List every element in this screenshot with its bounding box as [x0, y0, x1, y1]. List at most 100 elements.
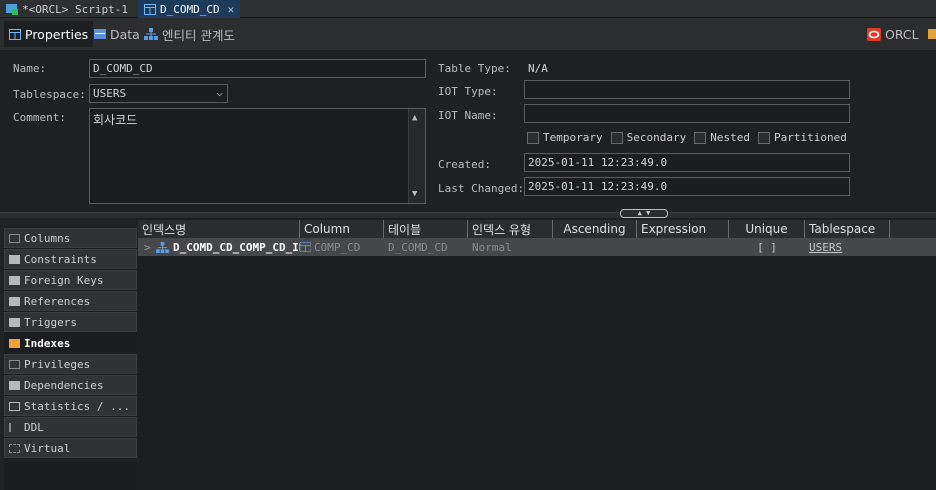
- temporary-label: Temporary: [543, 131, 603, 144]
- secondary-label: Secondary: [626, 131, 687, 144]
- last-changed-label: Last Changed:: [438, 182, 525, 195]
- created-label: Created:: [438, 158, 491, 171]
- partitioned-checkbox[interactable]: [757, 131, 770, 144]
- column-header-tablespace[interactable]: Tablespace: [805, 220, 890, 238]
- column-header-index-type[interactable]: 인덱스 유형: [468, 220, 553, 238]
- editor-tab-label: *<ORCL> Script-1: [22, 2, 128, 16]
- name-field[interactable]: D_COMD_CD: [89, 59, 426, 78]
- comment-value: 회사코드: [93, 113, 138, 127]
- tab-properties-label: Properties: [25, 26, 89, 42]
- iot-type-label: IOT Type:: [438, 85, 498, 98]
- editor-tab-bar: *<ORCL> Script-1 D_COMD_CD ✕: [0, 0, 936, 18]
- tab-erd[interactable]: 엔티티 관계도: [139, 21, 240, 47]
- sidebar-item-label: Foreign Keys: [24, 273, 104, 287]
- sidebar-item-privileges[interactable]: Privileges: [4, 354, 137, 374]
- sidebar-item-label: Indexes: [24, 336, 71, 350]
- tab-data[interactable]: Data: [89, 21, 145, 47]
- column-header-ascending[interactable]: Ascending: [553, 220, 637, 238]
- comment-scrollbar[interactable]: ▲ ▼: [408, 109, 425, 203]
- last-changed-field[interactable]: 2025-01-11 12:23:49.0: [524, 177, 850, 196]
- sidebar-item-label: Triggers: [24, 315, 77, 329]
- partitioned-label: Partitioned: [773, 131, 847, 144]
- chevron-down-icon: ⌵: [216, 86, 223, 99]
- sidebar-item-columns[interactable]: Columns: [4, 228, 137, 248]
- sidebar-item-virtual[interactable]: Virtual: [4, 438, 137, 458]
- sidebar-item-constraints[interactable]: Constraints: [4, 249, 137, 269]
- sidebar-item-label: References: [24, 294, 91, 308]
- index-grid: 인덱스명 Column 테이블 인덱스 유형 Ascending Express…: [138, 218, 936, 490]
- iot-type-field[interactable]: [524, 80, 850, 99]
- sidebar-item-references[interactable]: References: [4, 291, 137, 311]
- column-header-column[interactable]: Column: [300, 220, 384, 238]
- schema-icon[interactable]: [928, 29, 936, 39]
- column-header-index-name[interactable]: 인덱스명: [138, 220, 300, 238]
- sidebar-item-label: Dependencies: [24, 378, 104, 392]
- cell-tablespace-link[interactable]: USERS: [809, 238, 889, 256]
- editor-tab-table[interactable]: D_COMD_CD ✕: [138, 0, 241, 18]
- editor-tab-label: D_COMD_CD: [160, 2, 220, 16]
- temporary-checkbox[interactable]: [527, 131, 539, 144]
- iot-name-field[interactable]: [524, 104, 850, 123]
- cell-unique[interactable]: [ ]: [729, 238, 805, 256]
- sidebar-item-ddl[interactable]: DDL: [4, 417, 137, 437]
- tab-properties[interactable]: Properties: [4, 21, 94, 47]
- comment-textarea[interactable]: 회사코드: [89, 108, 426, 204]
- folder-icon: [9, 275, 20, 285]
- sidebar-item-statistics[interactable]: Statistics / ...: [4, 396, 137, 416]
- index-name-value: D_COMD_CD_COMP_CD_IDX: [173, 240, 300, 254]
- sidebar-item-triggers[interactable]: Triggers: [4, 312, 137, 332]
- tablespace-label: Tablespace:: [13, 88, 86, 101]
- folder-icon: [9, 380, 20, 390]
- sidebar-item-dependencies[interactable]: Dependencies: [4, 375, 137, 395]
- cell-index-name: D_COMD_CD_COMP_CD_IDX: [156, 238, 300, 256]
- cell-column: COMP_CD: [300, 238, 384, 256]
- table-type-label: Table Type:: [438, 62, 511, 75]
- secondary-checkbox[interactable]: [610, 131, 623, 144]
- comment-label: Comment:: [13, 111, 66, 124]
- column-header-unique[interactable]: Unique: [729, 220, 805, 238]
- sidebar-item-label: Columns: [24, 231, 71, 245]
- expand-icon[interactable]: >: [144, 238, 151, 256]
- diagram-icon: [144, 28, 158, 40]
- scroll-down-icon[interactable]: ▼: [412, 189, 417, 199]
- editor-tab-script[interactable]: *<ORCL> Script-1: [0, 0, 134, 18]
- table-icon: [9, 28, 21, 40]
- statistics-icon: [9, 401, 20, 411]
- column-value: COMP_CD: [314, 240, 361, 254]
- nested-checkbox[interactable]: [694, 131, 707, 144]
- collapse-toggle-icon[interactable]: ▲ ▼: [620, 209, 668, 218]
- created-field[interactable]: 2025-01-11 12:23:49.0: [524, 153, 850, 172]
- cell-index-type: Normal: [472, 240, 512, 254]
- scroll-up-icon[interactable]: ▲: [412, 113, 417, 123]
- connection-selector[interactable]: ORCL: [862, 21, 924, 47]
- column-header-table[interactable]: 테이블: [384, 220, 468, 238]
- table-icon: [144, 3, 156, 15]
- sidebar-item-indexes[interactable]: Indexes: [4, 333, 137, 353]
- tablespace-value: USERS: [93, 87, 127, 100]
- sidebar-item-label: DDL: [24, 420, 44, 434]
- table-row[interactable]: > D_COMD_CD_COMP_CD_IDX COMP_CD D_COMD_C…: [138, 238, 936, 256]
- checkbox-row: Temporary Secondary Nested Partitioned: [527, 131, 847, 144]
- columns-icon: [9, 233, 20, 243]
- sidebar-item-label: Constraints: [24, 252, 97, 266]
- table-type-value: N/A: [528, 62, 548, 75]
- ddl-icon: [9, 422, 20, 432]
- folder-icon: [9, 296, 20, 306]
- name-label: Name:: [13, 62, 47, 75]
- tablespace-select[interactable]: USERS ⌵: [89, 84, 228, 103]
- nested-label: Nested: [710, 131, 750, 144]
- constraints-icon: [9, 254, 20, 264]
- data-grid-icon: [94, 29, 106, 39]
- sidebar: Columns Constraints Foreign Keys Referen…: [4, 226, 137, 490]
- oracle-icon: [867, 27, 881, 41]
- index-icon: [156, 241, 169, 253]
- cell-ascending: [553, 238, 637, 256]
- column-header-expression[interactable]: Expression: [637, 220, 729, 238]
- sidebar-item-foreign-keys[interactable]: Foreign Keys: [4, 270, 137, 290]
- column-header-filler: [890, 220, 936, 238]
- sql-script-icon: [6, 3, 18, 15]
- cell-expression: [641, 238, 729, 256]
- close-icon[interactable]: ✕: [228, 3, 235, 16]
- cell-table: D_COMD_CD: [388, 240, 448, 254]
- connection-label: ORCL: [885, 26, 919, 42]
